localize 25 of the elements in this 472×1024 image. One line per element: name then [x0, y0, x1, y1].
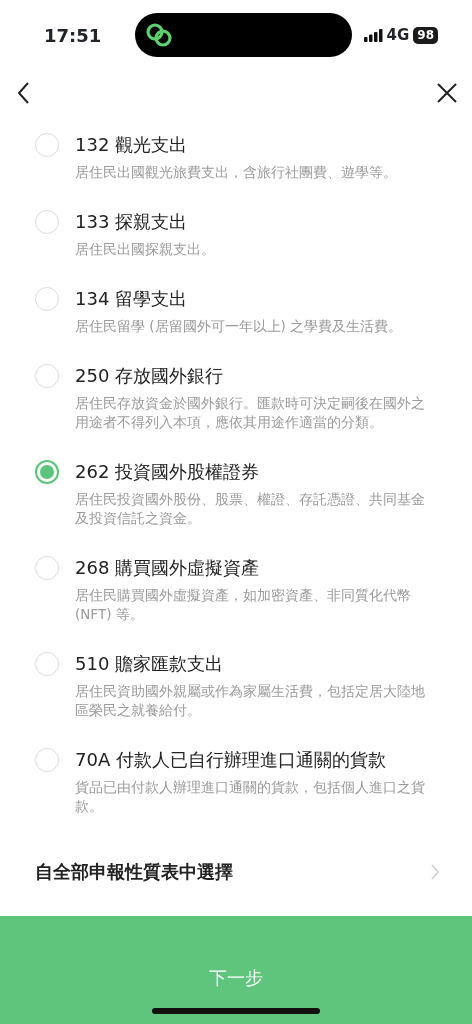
close-icon[interactable]: [436, 81, 458, 104]
option-description: 居住民投資國外股份、股票、權證、存託憑證、共同基金及投資信託之資金。: [75, 490, 426, 528]
option-description: 居住民資助國外親屬或作為家屬生活費，包括定居大陸地區榮民之就養給付。: [75, 682, 426, 720]
signal-icon: [363, 28, 383, 42]
option-title: 268 購買國外虛擬資產: [75, 556, 261, 580]
option-title: 262 投資國外股權證券: [75, 460, 261, 484]
option-description: 居住民出國觀光旅費支出，含旅行社團費、遊學等。: [75, 163, 398, 182]
option-title: 132 觀光支出: [75, 133, 189, 157]
option-title: 70A 付款人已自行辦理進口通關的貨款: [75, 748, 387, 772]
option-description: 居住民出國探親支出。: [75, 240, 216, 259]
network-type: 4G: [386, 24, 410, 46]
option-title: 134 留學支出: [75, 287, 189, 311]
option-title: 250 存放國外銀行: [75, 364, 225, 388]
radio-button[interactable]: [35, 460, 59, 484]
option-title: 510 贍家匯款支出: [75, 652, 225, 676]
all-categories-link[interactable]: 自全部申報性質表中選擇: [35, 858, 233, 885]
option-description: 居住民購買國外虛擬資產，如加密資產、非同質化代幣 (NFT) 等。: [75, 586, 412, 624]
chevron-right-icon: [430, 863, 440, 880]
status-time: 17:51: [44, 23, 103, 48]
option-description: 居住民留學 (居留國外可一年以上) 之學費及生活費。: [75, 317, 404, 336]
battery-level: 98: [413, 26, 438, 44]
link-rings-icon: [145, 21, 174, 49]
option-title: 133 探親支出: [75, 210, 189, 234]
option-description: 居住民存放資金於國外銀行。匯款時可決定嗣後在國外之用途者不得列入本項，應依其用途作適當的分類。: [75, 394, 426, 432]
option-description: 貨品已由付款人辦理進口通關的貨款，包括個人進口之貨款。: [75, 778, 426, 816]
